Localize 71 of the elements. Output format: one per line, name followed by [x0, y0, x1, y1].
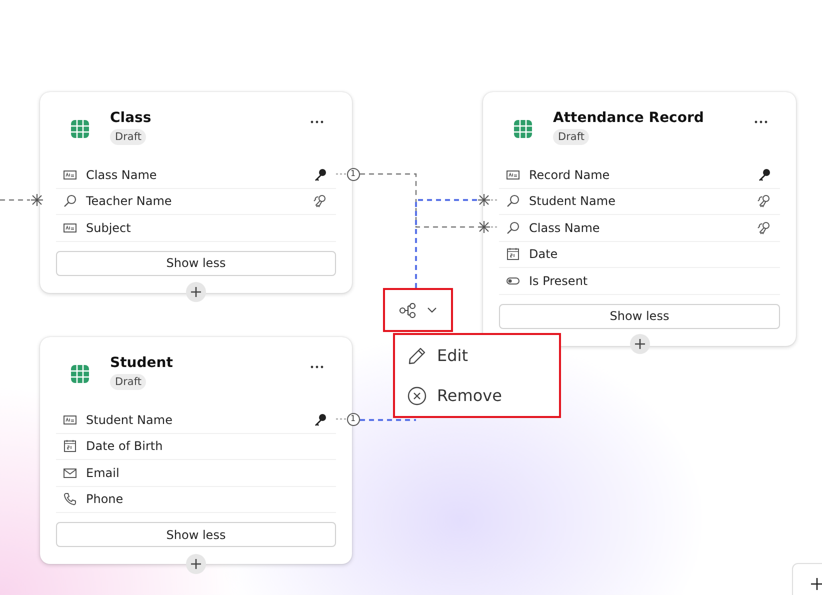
more-options-button[interactable] — [308, 365, 326, 369]
table-title: Class — [110, 110, 152, 126]
text-field-icon — [506, 168, 520, 182]
plus-icon — [191, 287, 201, 297]
field-name: Class Name — [86, 168, 158, 182]
field-row[interactable]: Date of Birth — [56, 434, 336, 460]
chevron-icon — [427, 307, 437, 313]
status-badge: Draft — [553, 129, 590, 145]
text-field-icon — [63, 168, 77, 182]
calendar-icon — [63, 439, 77, 454]
connector-stub — [336, 418, 346, 420]
search-icon — [506, 220, 520, 235]
field-name: Is Present — [529, 274, 589, 288]
more-options-button[interactable] — [752, 120, 770, 124]
add-button[interactable] — [186, 282, 206, 302]
connector-line[interactable] — [0, 199, 30, 201]
search-icon — [506, 194, 520, 208]
field-row[interactable]: Teacher Name — [56, 188, 336, 215]
table-title: Student — [110, 355, 173, 371]
table-icon — [513, 119, 533, 139]
field-name: Date — [529, 247, 559, 262]
field-row[interactable]: Email — [56, 460, 336, 486]
table-icon — [70, 364, 90, 384]
field-row[interactable]: Phone — [56, 486, 336, 513]
more-options-button[interactable] — [308, 120, 326, 124]
show-less-button[interactable]: Show less — [499, 304, 780, 328]
show-less-button[interactable]: Show less — [56, 250, 336, 276]
mail-icon — [63, 466, 77, 480]
field-name: Date of Birth — [86, 439, 164, 454]
field-row[interactable]: Student Name — [499, 188, 780, 215]
connector-line[interactable] — [360, 173, 477, 228]
field-name: Student Name — [529, 194, 616, 208]
field-row[interactable]: Subject — [56, 215, 336, 242]
table-card[interactable]: Student Draft Student Name Date of Birth Email Phone Show less — [40, 337, 352, 564]
field-name: Class Name — [529, 220, 601, 235]
field-row[interactable]: Class Name — [499, 215, 780, 242]
table-title: Attendance Record — [553, 110, 704, 126]
table-icon — [70, 119, 90, 139]
field-name: Teacher Name — [86, 194, 173, 208]
field-name: Student Name — [86, 412, 174, 427]
plus-icon — [191, 559, 201, 569]
show-less-button[interactable]: Show less — [56, 522, 336, 547]
connector-stub — [490, 226, 500, 228]
phone-icon — [63, 492, 77, 506]
text-field-icon — [63, 412, 77, 427]
plus-icon — [634, 339, 644, 349]
field-row[interactable]: Student Name — [56, 407, 336, 434]
field-row[interactable]: Date — [499, 242, 780, 268]
table-card[interactable]: Attendance Record Draft Record Name Student Name Class Name Date Is Present Show less — [483, 92, 796, 346]
calendar-icon — [506, 247, 520, 262]
close-icon — [407, 386, 427, 406]
status-badge: Draft — [110, 129, 146, 145]
relationship-icon — [399, 302, 417, 318]
search-icon — [63, 194, 77, 208]
field-row[interactable]: Class Name — [56, 162, 336, 188]
field-row[interactable]: Record Name — [499, 162, 780, 188]
field-name: Phone — [86, 492, 124, 506]
menu-item[interactable]: Remove — [407, 378, 559, 414]
table-card[interactable]: Class Draft Class Name Teacher Name Subject Show less — [40, 92, 352, 292]
text-field-icon — [63, 220, 77, 235]
relationship-button[interactable] — [383, 288, 453, 332]
field-name: Record Name — [529, 168, 611, 182]
plus-icon — [811, 578, 822, 590]
connector-line[interactable] — [360, 419, 416, 421]
connector-line[interactable] — [415, 199, 477, 288]
pencil-icon — [407, 346, 427, 366]
field-row[interactable]: Is Present — [499, 268, 780, 294]
add-button[interactable] — [186, 554, 206, 574]
field-name: Subject — [86, 220, 132, 235]
field-name: Email — [86, 466, 120, 480]
status-badge: Draft — [110, 374, 146, 390]
